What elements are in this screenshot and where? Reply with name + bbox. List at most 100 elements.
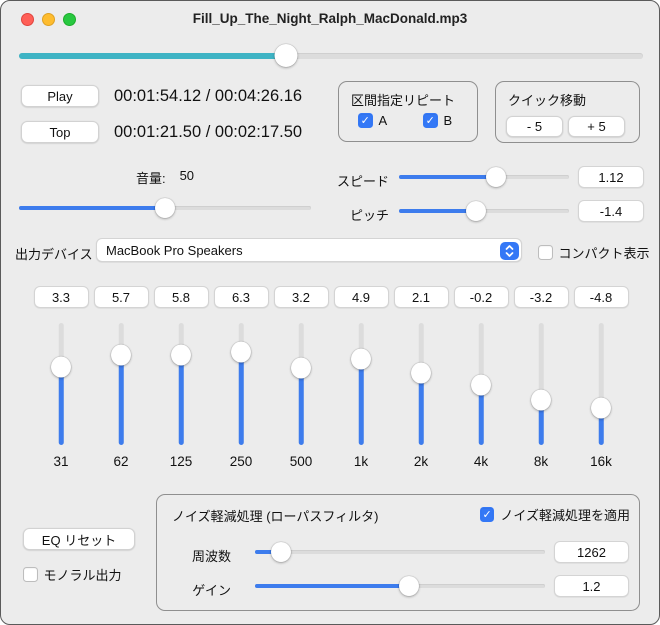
noise-reduction-title: ノイズ軽減処理 (ローパスフィルタ) (172, 506, 379, 525)
top-button[interactable]: Top (21, 121, 99, 143)
noise-gain-handle[interactable] (399, 576, 419, 596)
eq-slider[interactable] (91, 323, 151, 445)
eq-slider-handle[interactable] (531, 390, 551, 411)
eq-slider[interactable] (451, 323, 511, 445)
speed-value-field[interactable]: 1.12 (578, 166, 644, 188)
output-device-select[interactable]: MacBook Pro Speakers (96, 238, 522, 262)
eq-freq-label: 250 (211, 454, 271, 469)
zoom-button[interactable] (63, 13, 76, 26)
eq-gain-field[interactable]: 4.9 (334, 286, 389, 308)
eq-gain-field[interactable]: 5.8 (154, 286, 209, 308)
eq-gain-field[interactable]: -0.2 (454, 286, 509, 308)
speed-slider[interactable] (399, 166, 569, 188)
eq-band: -4.8 16k (571, 286, 631, 478)
back-5-button[interactable]: - 5 (506, 116, 563, 137)
eq-slider[interactable] (151, 323, 211, 445)
eq-band: 5.8 125 (151, 286, 211, 478)
eq-band: 3.3 31 (31, 286, 91, 478)
noise-apply-checkbox[interactable]: ✓ (480, 507, 495, 522)
eq-slider-handle[interactable] (471, 375, 491, 396)
noise-reduction-group: ノイズ軽減処理 (ローパスフィルタ) ✓ ノイズ軽減処理を適用 周波数 1262… (156, 494, 640, 611)
mono-output-checkbox-row[interactable]: ✓ モノラル出力 (23, 565, 122, 584)
speed-handle[interactable] (486, 167, 506, 187)
volume-readout: 音量: 50 (19, 168, 311, 187)
eq-slider-handle[interactable] (351, 349, 371, 370)
seek-fill (19, 53, 286, 59)
eq-slider-fill (119, 355, 124, 445)
noise-freq-value-field[interactable]: 1262 (554, 541, 629, 563)
compact-view-checkbox-row[interactable]: ✓ コンパクト表示 (538, 243, 650, 262)
eq-gain-field[interactable]: -3.2 (514, 286, 569, 308)
eq-gain-field[interactable]: 5.7 (94, 286, 149, 308)
eq-reset-button[interactable]: EQ リセット (23, 528, 135, 550)
forward-5-button[interactable]: + 5 (568, 116, 625, 137)
output-device-selected: MacBook Pro Speakers (106, 243, 243, 258)
pitch-value-field[interactable]: -1.4 (578, 200, 644, 222)
speed-label: スピード (331, 171, 389, 190)
repeat-b-label: B (444, 113, 453, 128)
noise-freq-track[interactable] (255, 550, 545, 555)
seek-handle[interactable] (275, 44, 298, 67)
eq-freq-label: 8k (511, 454, 571, 469)
eq-gain-field[interactable]: 3.3 (34, 286, 89, 308)
noise-freq-handle[interactable] (271, 542, 291, 562)
volume-handle[interactable] (155, 198, 175, 218)
eq-gain-field[interactable]: 3.2 (274, 286, 329, 308)
eq-slider-handle[interactable] (111, 345, 131, 366)
eq-slider-handle[interactable] (171, 344, 191, 365)
volume-value: 50 (180, 168, 194, 187)
output-device-label: 出力デバイス (15, 244, 93, 263)
play-button[interactable]: Play (21, 85, 99, 107)
ab-repeat-title: 区間指定リピート (351, 90, 455, 109)
repeat-a-checkbox[interactable]: ✓ (358, 113, 373, 128)
titlebar: Fill_Up_The_Night_Ralph_MacDonald.mp3 (1, 1, 659, 37)
eq-band: 5.7 62 (91, 286, 151, 478)
pitch-fill (399, 209, 476, 214)
eq-slider[interactable] (511, 323, 571, 445)
seek-slider[interactable] (19, 43, 643, 69)
eq-slider[interactable] (211, 323, 271, 445)
eq-freq-label: 125 (151, 454, 211, 469)
eq-freq-label: 31 (31, 454, 91, 469)
repeat-b-checkbox-row[interactable]: ✓ B (423, 113, 452, 128)
eq-slider[interactable] (271, 323, 331, 445)
volume-slider[interactable] (19, 197, 311, 219)
eq-freq-label: 2k (391, 454, 451, 469)
eq-band: 6.3 250 (211, 286, 271, 478)
pitch-slider[interactable] (399, 200, 569, 222)
eq-bands: 3.3 31 5.7 62 5.8 125 6.3 (31, 286, 631, 478)
noise-gain-slider[interactable] (255, 575, 545, 597)
repeat-a-checkbox-row[interactable]: ✓ A (358, 113, 387, 128)
repeat-b-checkbox[interactable]: ✓ (423, 113, 438, 128)
eq-band: -0.2 4k (451, 286, 511, 478)
volume-fill (19, 206, 165, 211)
speed-fill (399, 175, 496, 180)
eq-gain-field[interactable]: -4.8 (574, 286, 629, 308)
mono-output-checkbox[interactable]: ✓ (23, 567, 38, 582)
eq-gain-field[interactable]: 2.1 (394, 286, 449, 308)
close-button[interactable] (21, 13, 34, 26)
eq-gain-field[interactable]: 6.3 (214, 286, 269, 308)
eq-slider-handle[interactable] (411, 363, 431, 384)
eq-slider[interactable] (31, 323, 91, 445)
compact-view-checkbox[interactable]: ✓ (538, 245, 553, 260)
eq-slider-handle[interactable] (231, 341, 251, 362)
eq-slider-fill (359, 359, 364, 445)
minimize-button[interactable] (42, 13, 55, 26)
noise-apply-checkbox-row[interactable]: ✓ ノイズ軽減処理を適用 (480, 505, 630, 524)
eq-slider[interactable] (331, 323, 391, 445)
eq-slider[interactable] (571, 323, 631, 445)
eq-freq-label: 500 (271, 454, 331, 469)
noise-freq-label: 周波数 (187, 546, 231, 565)
eq-slider-handle[interactable] (291, 357, 311, 378)
noise-freq-slider[interactable] (255, 541, 545, 563)
eq-freq-label: 1k (331, 454, 391, 469)
eq-slider-handle[interactable] (591, 398, 611, 419)
noise-gain-value-field[interactable]: 1.2 (554, 575, 629, 597)
player-window: Fill_Up_The_Night_Ralph_MacDonald.mp3 Pl… (0, 0, 660, 625)
eq-slider-handle[interactable] (51, 357, 71, 378)
mono-output-label: モノラル出力 (44, 565, 122, 584)
chevron-up-down-icon (500, 242, 519, 260)
pitch-handle[interactable] (466, 201, 486, 221)
eq-slider[interactable] (391, 323, 451, 445)
